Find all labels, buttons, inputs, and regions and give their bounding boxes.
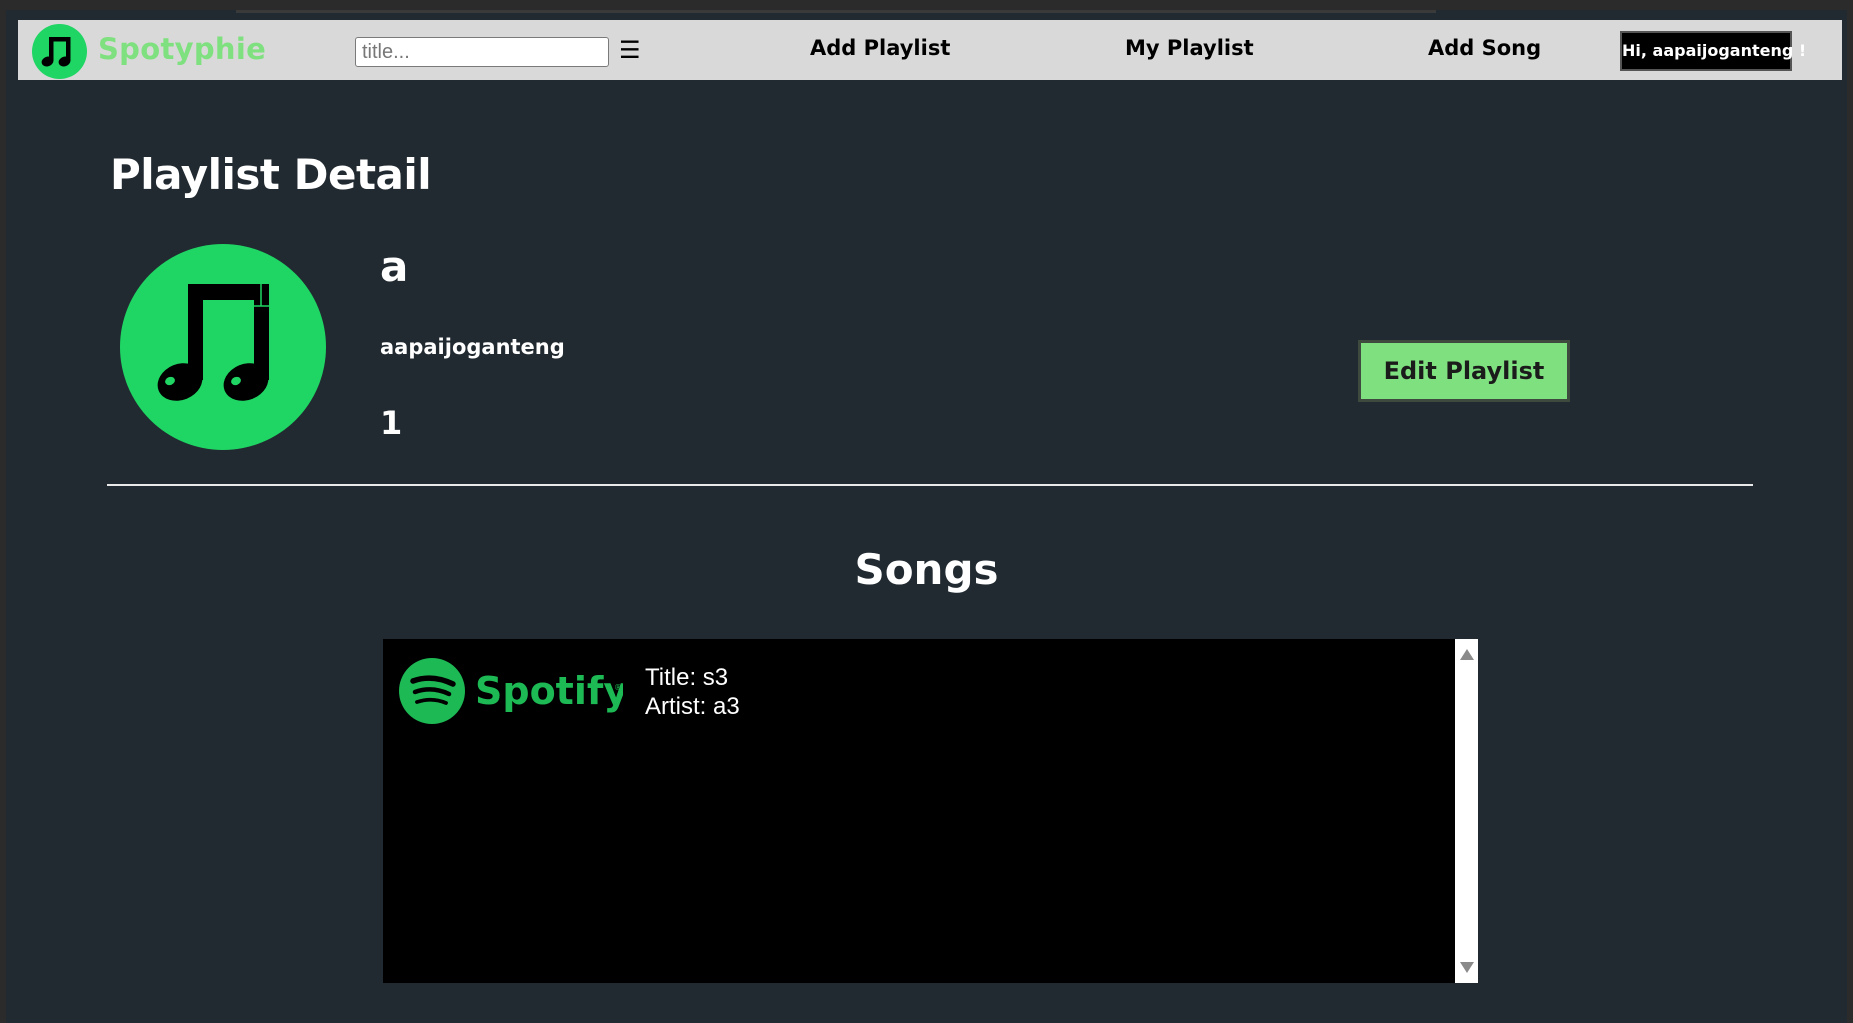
playlist-owner: aapaijoganteng <box>380 335 565 359</box>
music-note-icon <box>41 37 71 67</box>
scrollbar[interactable] <box>1455 639 1478 983</box>
spotify-logo-icon: Spotify ® <box>399 658 623 724</box>
hamburger-menu-icon[interactable]: ☰ <box>619 35 641 65</box>
songs-heading: Songs <box>854 545 999 594</box>
page-title: Playlist Detail <box>110 150 432 199</box>
song-title: Title: s3 <box>645 664 729 691</box>
scroll-down-arrow-icon[interactable] <box>1460 962 1474 973</box>
song-info: Title: s3 Artist: a3 <box>645 663 740 721</box>
song-list[interactable]: Spotify ® Title: s3 Artist: a3 <box>383 639 1478 983</box>
spotify-logo-text: Spotify <box>475 669 623 713</box>
edit-playlist-button[interactable]: Edit Playlist <box>1358 340 1570 402</box>
list-item[interactable]: Spotify ® Title: s3 Artist: a3 <box>399 655 1439 725</box>
app-window: Spotyphie ☰ Add Playlist My Playlist Add… <box>6 10 1847 1023</box>
song-artist: Artist: a3 <box>645 693 740 720</box>
nav-my-playlist[interactable]: My Playlist <box>1125 36 1254 60</box>
playlist-name: a <box>380 242 409 291</box>
window-top-edge <box>236 10 1436 13</box>
nav-add-playlist[interactable]: Add Playlist <box>810 36 950 60</box>
section-divider <box>107 484 1753 486</box>
music-note-icon <box>157 284 269 401</box>
playlist-song-count: 1 <box>380 404 403 442</box>
playlist-cover <box>120 244 326 450</box>
nav-add-song[interactable]: Add Song <box>1428 36 1541 60</box>
scroll-up-arrow-icon[interactable] <box>1460 649 1474 660</box>
search-input[interactable] <box>355 37 609 67</box>
navbar: Spotyphie ☰ Add Playlist My Playlist Add… <box>18 20 1842 80</box>
registered-mark: ® <box>614 683 622 692</box>
brand-name[interactable]: Spotyphie <box>98 32 266 66</box>
app-logo[interactable] <box>32 24 87 79</box>
user-greeting-button[interactable]: Hi, aapaijoganteng ! <box>1620 31 1806 71</box>
